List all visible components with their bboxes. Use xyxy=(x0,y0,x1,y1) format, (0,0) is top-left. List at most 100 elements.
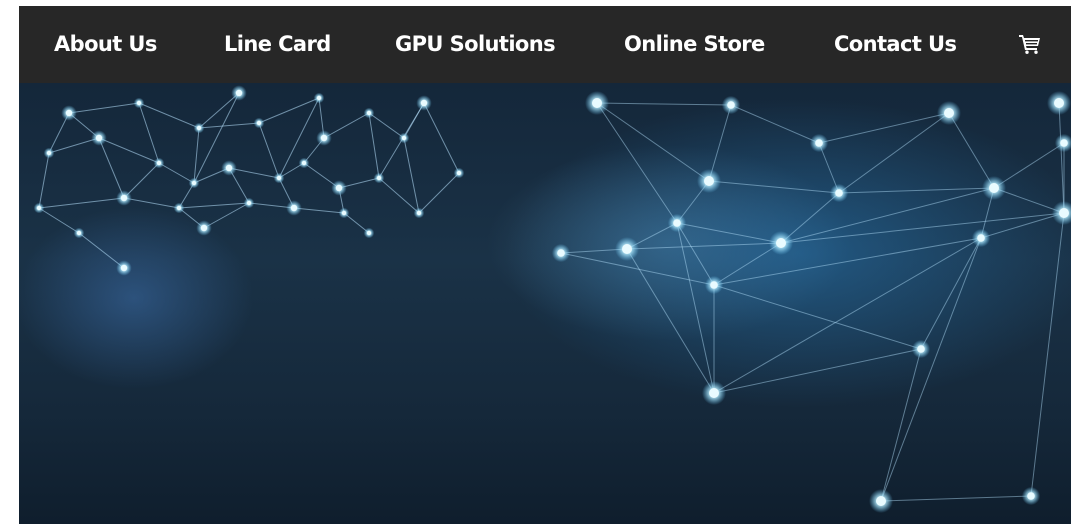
network-line xyxy=(596,102,710,182)
nav-item-gpu-solutions[interactable]: GPU Solutions xyxy=(395,6,556,83)
network-node xyxy=(341,210,347,216)
network-line xyxy=(1058,102,1065,214)
network-node xyxy=(301,160,307,166)
network-line xyxy=(676,222,715,394)
network-node xyxy=(76,230,82,236)
network-line xyxy=(993,142,1065,189)
network-node xyxy=(420,99,428,107)
main-navbar: About Us Line Card GPU Solutions Online … xyxy=(19,6,1071,83)
network-node xyxy=(1060,139,1068,147)
network-node xyxy=(376,175,382,181)
page-frame: About Us Line Card GPU Solutions Online … xyxy=(19,6,1071,524)
network-node xyxy=(36,205,42,211)
network-line xyxy=(676,222,782,244)
network-node xyxy=(456,170,462,176)
network-line xyxy=(708,180,840,194)
network-line xyxy=(626,242,782,250)
network-node xyxy=(316,95,322,101)
network-line xyxy=(258,97,320,124)
network-node xyxy=(200,224,208,232)
network-node xyxy=(977,234,985,242)
network-node xyxy=(622,244,632,254)
network-node xyxy=(235,89,243,97)
network-node xyxy=(46,150,52,156)
network-node xyxy=(1054,98,1064,108)
network-line xyxy=(676,222,715,286)
nav-item-about-us[interactable]: About Us xyxy=(54,6,157,83)
network-node xyxy=(65,109,73,117)
network-line xyxy=(178,202,250,209)
network-line xyxy=(123,197,180,209)
network-line xyxy=(368,112,405,139)
network-node xyxy=(276,175,282,181)
network-node xyxy=(592,98,602,108)
network-line xyxy=(38,207,80,234)
hero-banner xyxy=(19,83,1071,524)
network-node xyxy=(196,125,202,131)
network-line xyxy=(880,495,1032,502)
shopping-cart-icon-graphic xyxy=(1019,35,1040,54)
network-line xyxy=(980,212,1065,239)
nav-item-online-store[interactable]: Online Store xyxy=(624,6,765,83)
nav-item-contact-us[interactable]: Contact Us xyxy=(834,6,957,83)
network-node xyxy=(710,281,718,289)
network-nodes-background xyxy=(33,85,1071,513)
network-node xyxy=(335,184,343,192)
network-line xyxy=(1030,212,1065,497)
network-line xyxy=(48,137,100,154)
network-node xyxy=(557,249,565,257)
network-line xyxy=(838,187,995,194)
network-node xyxy=(876,496,886,506)
network-node xyxy=(416,210,422,216)
network-node xyxy=(320,134,328,142)
network-node xyxy=(225,164,233,172)
network-line xyxy=(138,102,200,129)
network-node xyxy=(917,345,925,353)
network-line xyxy=(138,102,160,164)
network-line xyxy=(38,152,50,209)
network-line xyxy=(158,162,195,184)
network-node xyxy=(727,101,735,109)
network-line xyxy=(730,104,820,144)
network-line xyxy=(560,252,715,286)
network-line xyxy=(713,284,922,350)
network-node xyxy=(191,180,197,186)
network-line xyxy=(818,112,950,144)
network-node xyxy=(944,108,954,118)
network-node xyxy=(156,160,162,166)
network-line xyxy=(418,172,460,214)
network-node xyxy=(673,219,681,227)
network-line xyxy=(198,122,260,129)
network-node xyxy=(776,238,786,248)
network-line xyxy=(203,202,250,229)
network-line xyxy=(880,237,982,502)
shopping-cart-icon[interactable] xyxy=(1019,34,1041,54)
network-line xyxy=(323,112,370,139)
network-line xyxy=(948,112,995,189)
network-line xyxy=(838,112,950,194)
network-node xyxy=(1059,208,1069,218)
network-line xyxy=(713,348,922,394)
network-node xyxy=(366,230,372,236)
network-line xyxy=(920,237,982,350)
network-node xyxy=(1027,492,1035,500)
network-line xyxy=(258,122,280,179)
network-line xyxy=(78,232,125,269)
network-node xyxy=(256,120,262,126)
network-line xyxy=(198,92,240,129)
network-node xyxy=(120,264,128,272)
network-node xyxy=(709,388,719,398)
nav-item-line-card[interactable]: Line Card xyxy=(224,6,331,83)
network-node xyxy=(120,194,128,202)
network-line xyxy=(368,112,380,179)
network-node xyxy=(176,205,182,211)
network-line xyxy=(423,102,460,174)
network-node xyxy=(246,200,252,206)
network-node xyxy=(95,134,103,142)
network-node xyxy=(815,139,823,147)
network-node xyxy=(989,183,999,193)
network-line xyxy=(780,212,1065,244)
network-line xyxy=(596,102,732,106)
network-line xyxy=(68,102,140,114)
network-node xyxy=(704,176,714,186)
